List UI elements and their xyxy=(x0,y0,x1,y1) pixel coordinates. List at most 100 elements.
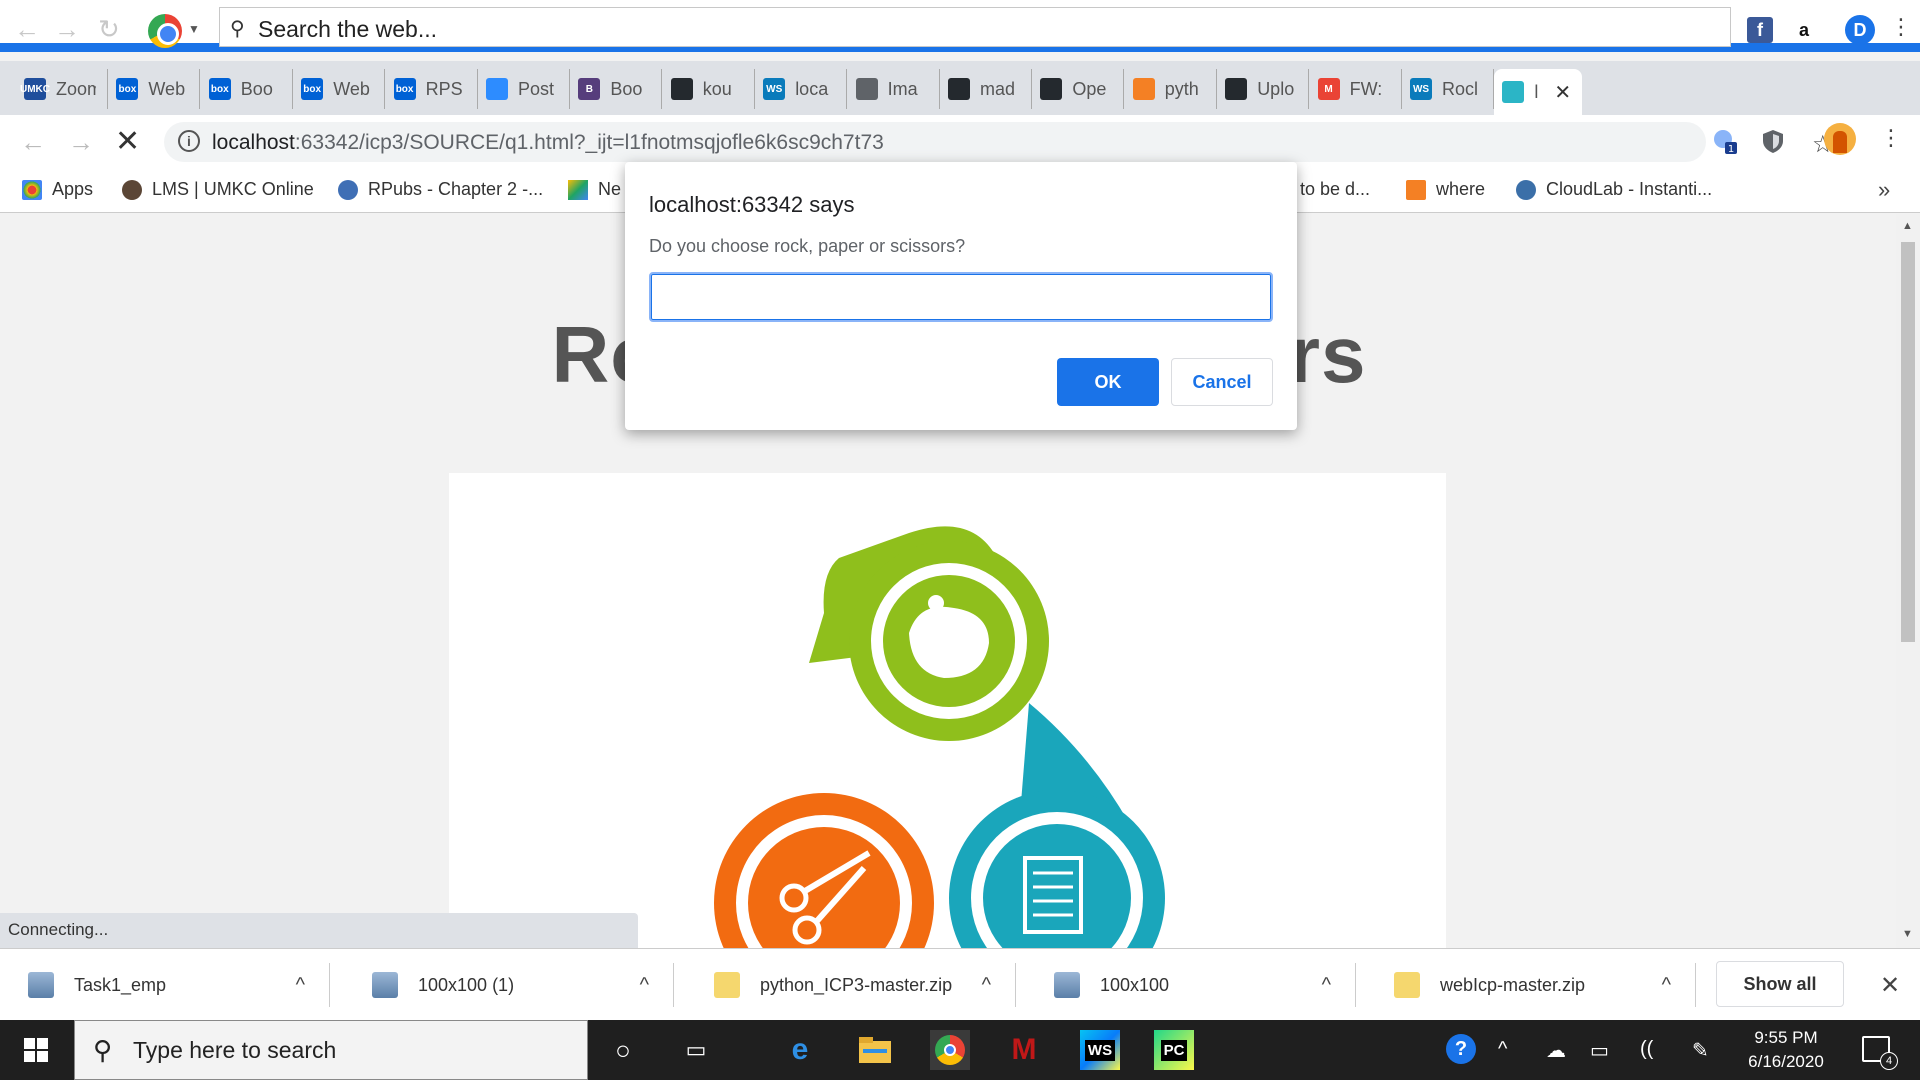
toolbar-reload-icon[interactable]: ↻ xyxy=(98,14,120,45)
browser-tab[interactable]: B Boo xyxy=(570,69,663,109)
bookmark-rpubs[interactable]: RPubs - Chapter 2 -... xyxy=(338,179,543,200)
chevron-up-icon[interactable]: ^ xyxy=(982,974,991,997)
chevron-up-icon[interactable]: ^ xyxy=(1322,974,1331,997)
download-item[interactable]: webIcp-master.zip ^ xyxy=(1366,963,1696,1007)
browser-tab[interactable]: box RPS xyxy=(386,69,478,109)
ok-button[interactable]: OK xyxy=(1057,358,1159,406)
back-arrow-icon[interactable]: ← xyxy=(20,127,46,158)
more-bookmarks-icon[interactable]: » xyxy=(1878,177,1890,203)
toolbar-forward-icon[interactable]: → xyxy=(54,14,80,45)
tab-label: Ima xyxy=(887,78,918,99)
web-search-box[interactable]: ⚲ Search the web... xyxy=(219,7,1731,47)
translate-extension-icon[interactable]: 1 xyxy=(1712,128,1738,154)
tab-close-icon[interactable]: ✕ xyxy=(1554,80,1571,105)
box-icon: box xyxy=(116,78,139,100)
scroll-up-icon[interactable]: ▲ xyxy=(1902,220,1913,232)
browser-tab[interactable]: M FW: xyxy=(1310,69,1402,109)
browser-tab[interactable]: UMKC Zoom xyxy=(16,69,108,109)
download-item[interactable]: python_ICP3-master.zip ^ xyxy=(686,963,1016,1007)
show-all-button[interactable]: Show all xyxy=(1716,961,1844,1007)
url-text[interactable]: localhost:63342/icp3/SOURCE/q1.html?_ijt… xyxy=(212,131,884,155)
address-bar[interactable]: i localhost:63342/icp3/SOURCE/q1.html?_i… xyxy=(164,122,1834,162)
cancel-button[interactable]: Cancel xyxy=(1171,358,1273,406)
profile-d-icon[interactable]: D xyxy=(1845,15,1875,45)
action-center-icon[interactable]: 4 xyxy=(1862,1036,1898,1070)
scroll-down-icon[interactable]: ▼ xyxy=(1902,928,1913,940)
bookmark-label: where xyxy=(1436,179,1486,199)
tab-label: Uplo xyxy=(1257,78,1295,99)
windows-start-icon[interactable] xyxy=(24,1038,48,1062)
browser-tab[interactable]: Uplo xyxy=(1217,69,1310,109)
pen-icon[interactable]: ✎ xyxy=(1692,1038,1709,1063)
chrome-icon[interactable] xyxy=(930,1030,970,1070)
download-item[interactable]: 100x100 (1) ^ xyxy=(344,963,674,1007)
file-explorer-icon[interactable] xyxy=(855,1030,895,1070)
bookmark-to-be-done[interactable]: to be d... xyxy=(1300,179,1370,200)
browser-tab[interactable]: l ✕ xyxy=(1494,69,1583,115)
download-name: Task1_emp xyxy=(74,974,167,995)
chevron-down-icon[interactable]: ▼ xyxy=(188,22,200,36)
download-name: webIcp-master.zip xyxy=(1440,974,1586,995)
shield-icon[interactable] xyxy=(1760,128,1786,154)
facebook-icon[interactable]: f xyxy=(1747,17,1773,43)
taskbar-search-box[interactable]: ⚲ Type here to search xyxy=(74,1020,588,1080)
browser-tab[interactable]: Post xyxy=(478,69,570,109)
toolbar-menu-icon[interactable]: ⋮ xyxy=(1890,14,1912,40)
browser-tab[interactable]: box Web xyxy=(293,69,386,109)
task-view-icon[interactable]: ▭ xyxy=(676,1030,716,1070)
scrollbar-thumb[interactable] xyxy=(1901,242,1915,642)
onedrive-error-icon[interactable]: ☁ xyxy=(1546,1038,1566,1063)
bookmark-lms[interactable]: LMS | UMKC Online xyxy=(122,179,314,200)
cortana-icon[interactable]: ○ xyxy=(603,1030,643,1070)
mcafee-icon[interactable]: M xyxy=(1004,1030,1044,1070)
browser-tab[interactable]: box Boo xyxy=(201,69,293,109)
bookmark-where[interactable]: where xyxy=(1406,179,1485,200)
forward-arrow-icon[interactable]: → xyxy=(68,127,94,158)
browser-tab[interactable]: Ima xyxy=(848,69,940,109)
bookmark-drive[interactable]: Ne xyxy=(568,179,621,200)
zip-file-icon xyxy=(1394,972,1420,998)
info-icon[interactable]: i xyxy=(178,130,200,152)
file-icon xyxy=(1054,972,1080,998)
browser-tab[interactable]: WS Rocl xyxy=(1402,69,1494,109)
chevron-up-icon[interactable]: ^ xyxy=(1662,974,1671,997)
profile-avatar[interactable] xyxy=(1824,123,1856,155)
show-hidden-icons-chevron-up-icon[interactable]: ^ xyxy=(1498,1038,1507,1061)
webstorm-icon[interactable]: WS xyxy=(1080,1030,1120,1070)
stop-loading-icon[interactable]: ✕ xyxy=(115,124,140,159)
browser-tab[interactable]: Ope xyxy=(1032,69,1125,109)
chrome-logo-icon[interactable] xyxy=(148,14,182,48)
browser-tab[interactable]: box Web xyxy=(108,69,201,109)
tab-label: Web xyxy=(333,78,370,99)
page-scrollbar[interactable]: ▲ ▼ xyxy=(1896,214,1920,948)
bookmark-apps[interactable]: Apps xyxy=(22,179,93,200)
download-name: python_ICP3-master.zip xyxy=(760,974,953,995)
browser-tab[interactable]: WS loca xyxy=(755,69,848,109)
pycharm-icon[interactable]: PC xyxy=(1154,1030,1194,1070)
tab-label: RPS xyxy=(425,78,463,99)
download-item[interactable]: 100x100 ^ xyxy=(1026,963,1356,1007)
amazon-icon[interactable]: a xyxy=(1791,17,1817,43)
close-downloads-icon[interactable]: ✕ xyxy=(1880,971,1900,1000)
svg-text:1: 1 xyxy=(1728,144,1734,154)
chevron-up-icon[interactable]: ^ xyxy=(296,974,305,997)
webstorm-icon: WS xyxy=(763,78,786,100)
search-toolbar: ← → ↻ ▼ ⚲ Search the web... f a D ⋮ xyxy=(0,0,1920,52)
browser-tab[interactable]: mad xyxy=(940,69,1032,109)
browser-tab[interactable]: kou xyxy=(663,69,755,109)
chrome-menu-icon[interactable]: ⋮ xyxy=(1880,125,1902,151)
download-item[interactable]: Task1_emp ^ xyxy=(0,963,330,1007)
toolbar-back-icon[interactable]: ← xyxy=(14,14,40,45)
taskbar-clock[interactable]: 9:55 PM 6/16/2020 xyxy=(1726,1026,1846,1074)
browser-tab[interactable]: pyth xyxy=(1125,69,1217,109)
bookmark-cloudlab[interactable]: CloudLab - Instanti... xyxy=(1516,179,1712,200)
tab-label: kou xyxy=(702,78,732,99)
wifi-icon[interactable]: (( xyxy=(1640,1038,1653,1061)
chevron-up-icon[interactable]: ^ xyxy=(640,974,649,997)
file-icon xyxy=(28,972,54,998)
battery-icon[interactable]: ▭ xyxy=(1590,1038,1609,1063)
dialog-input[interactable] xyxy=(649,272,1273,322)
edge-icon[interactable]: e xyxy=(780,1030,820,1070)
dialog-message: Do you choose rock, paper or scissors? xyxy=(649,236,966,256)
help-icon[interactable]: ? xyxy=(1446,1034,1476,1064)
